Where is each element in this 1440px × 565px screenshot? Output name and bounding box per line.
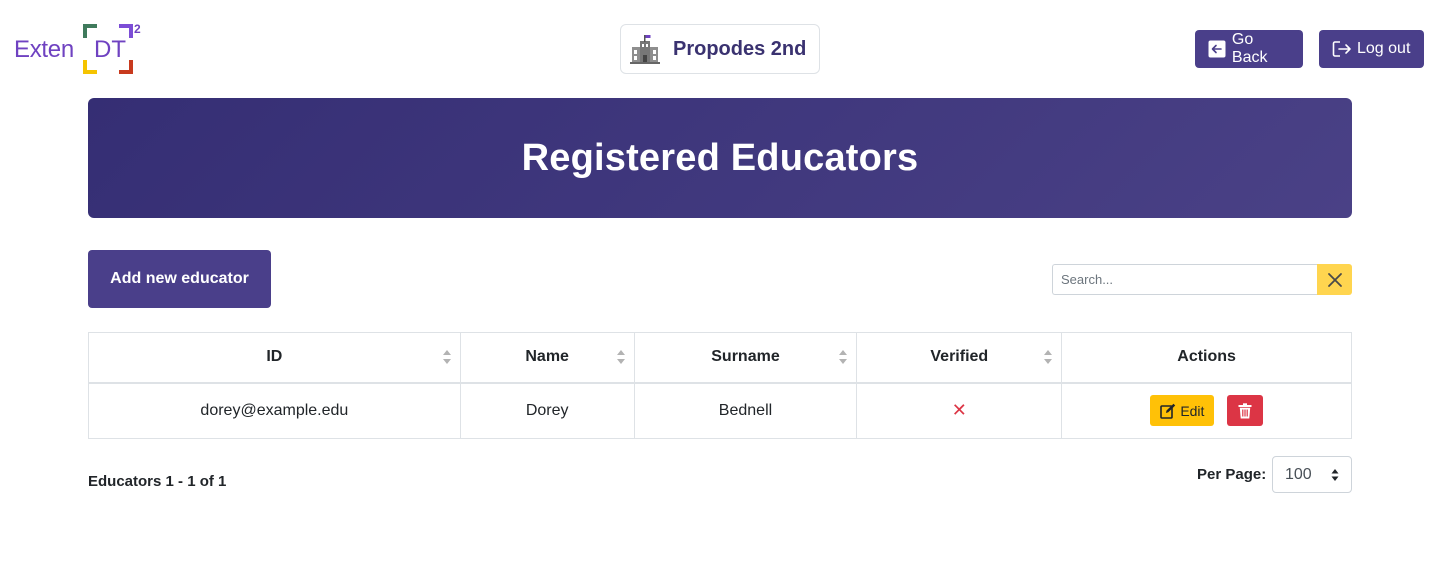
educators-table: ID Name Surname Verified Actions dorey@e… bbox=[88, 332, 1352, 439]
select-caret-icon bbox=[1331, 469, 1339, 481]
go-back-label: Go Back bbox=[1231, 31, 1268, 66]
cell-surname: Bednell bbox=[633, 382, 858, 439]
cell-verified: ✕ bbox=[856, 382, 1063, 439]
search-input[interactable] bbox=[1052, 264, 1317, 295]
column-header-verified[interactable]: Verified bbox=[856, 332, 1063, 384]
edit-icon bbox=[1160, 403, 1176, 419]
logo-text: Exten bbox=[14, 36, 74, 63]
sort-icon bbox=[442, 350, 451, 365]
cell-name: Dorey bbox=[459, 382, 635, 439]
column-label: Name bbox=[525, 348, 569, 366]
table-row: dorey@example.edu Dorey Bednell ✕ Edit bbox=[88, 382, 1352, 439]
logo-superscript: 2 bbox=[134, 22, 141, 36]
sign-out-icon bbox=[1332, 39, 1352, 59]
page-banner: Registered Educators bbox=[88, 98, 1352, 218]
page-title: Registered Educators bbox=[521, 136, 919, 179]
edit-label: Edit bbox=[1180, 402, 1205, 419]
edit-button[interactable]: Edit bbox=[1150, 395, 1215, 427]
cell-id: dorey@example.edu bbox=[88, 382, 461, 439]
search-group bbox=[1052, 264, 1352, 295]
table-header-row: ID Name Surname Verified Actions bbox=[88, 332, 1352, 384]
close-icon bbox=[1327, 272, 1342, 287]
column-header-name[interactable]: Name bbox=[459, 332, 635, 384]
school-name: Propodes 2nd bbox=[673, 37, 807, 60]
log-out-label: Log out bbox=[1357, 40, 1411, 57]
logo-dt: DT bbox=[94, 36, 126, 63]
records-count: Educators 1 - 1 of 1 bbox=[88, 473, 227, 490]
cell-actions: Edit bbox=[1061, 382, 1352, 439]
column-label: Surname bbox=[711, 348, 780, 366]
sort-icon bbox=[616, 350, 625, 365]
search-clear-button[interactable] bbox=[1317, 264, 1352, 295]
not-verified-icon: ✕ bbox=[951, 400, 967, 421]
trash-icon bbox=[1238, 403, 1252, 419]
delete-button[interactable] bbox=[1226, 395, 1263, 427]
sort-icon bbox=[1044, 350, 1053, 365]
column-label: Actions bbox=[1177, 348, 1236, 366]
log-out-button[interactable]: Log out bbox=[1319, 30, 1424, 68]
add-educator-button[interactable]: Add new educator bbox=[88, 250, 271, 308]
sort-icon bbox=[839, 350, 848, 365]
column-header-id[interactable]: ID bbox=[88, 332, 461, 384]
arrow-left-icon bbox=[1208, 39, 1227, 59]
column-label: ID bbox=[266, 348, 283, 366]
extendt-logo: Exten DT 2 bbox=[14, 22, 146, 76]
per-page-label: Per Page: bbox=[1197, 466, 1267, 483]
per-page-value: 100 bbox=[1285, 465, 1312, 483]
column-header-surname[interactable]: Surname bbox=[633, 332, 858, 384]
school-badge: Propodes 2nd bbox=[620, 24, 820, 74]
column-header-actions: Actions bbox=[1061, 332, 1352, 384]
per-page-select[interactable]: 100 bbox=[1272, 456, 1352, 493]
column-label: Verified bbox=[930, 348, 989, 366]
go-back-button[interactable]: Go Back bbox=[1195, 30, 1303, 68]
school-building-icon bbox=[629, 33, 661, 65]
